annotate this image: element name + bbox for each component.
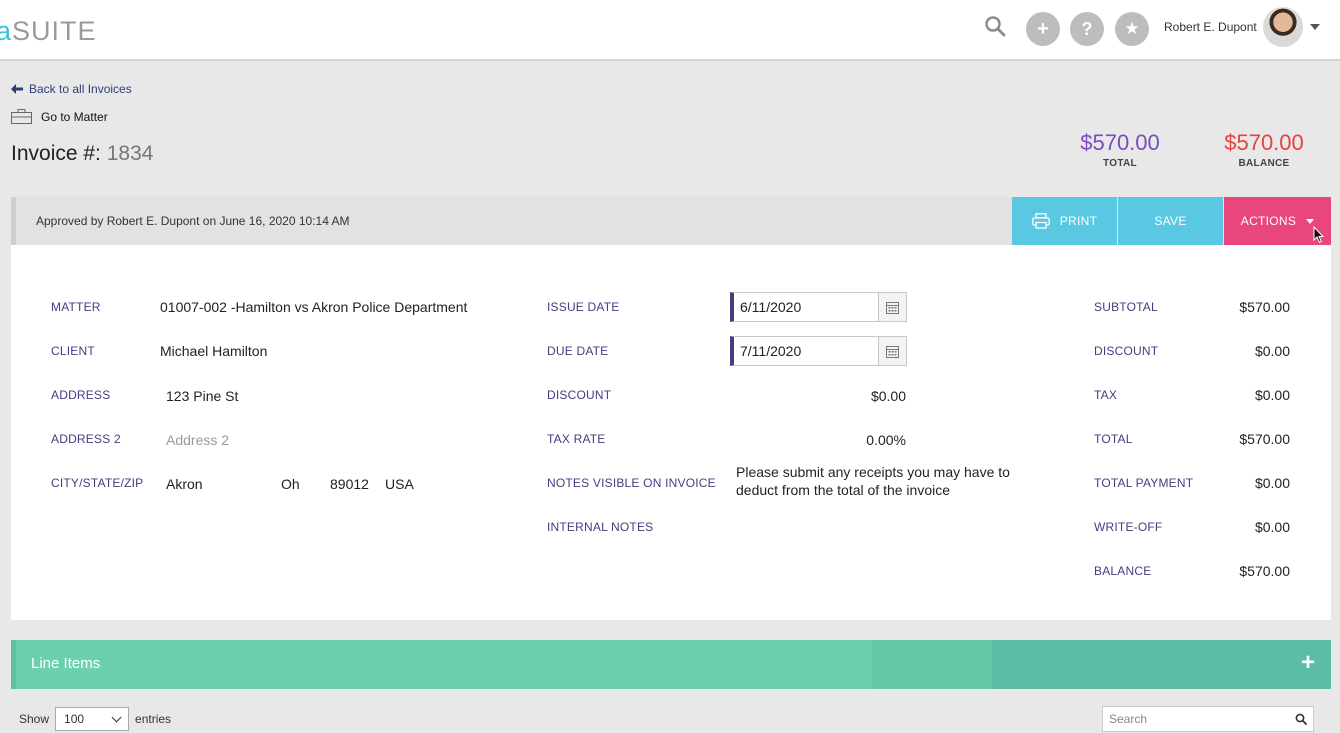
address2-field[interactable]: Address 2: [166, 432, 229, 448]
add-line-item-button[interactable]: +: [1301, 651, 1315, 675]
client-value: Michael Hamilton: [160, 343, 268, 359]
summary-label: TOTAL: [1094, 432, 1133, 446]
user-name[interactable]: Robert E. Dupont: [1164, 20, 1257, 34]
go-to-matter-link[interactable]: Go to Matter: [11, 109, 108, 124]
due-date-label: DUE DATE: [547, 344, 609, 358]
search-icon[interactable]: [984, 15, 1006, 37]
tax-rate-field[interactable]: 0.00%: [866, 432, 906, 448]
line-items-search-input[interactable]: Search: [1102, 706, 1314, 732]
notes-visible-field[interactable]: Please submit any receipts you may have …: [736, 463, 1026, 499]
calendar-icon[interactable]: [878, 293, 906, 321]
summary-value: $0.00: [1254, 475, 1290, 491]
app-logo[interactable]: aSUITE: [0, 16, 97, 47]
address-label: ADDRESS: [51, 388, 111, 402]
discount-field[interactable]: $0.00: [871, 388, 906, 404]
issue-date-label: ISSUE DATE: [547, 300, 620, 314]
address-field[interactable]: 123 Pine St: [166, 388, 238, 404]
matter-link-label: Go to Matter: [41, 109, 108, 124]
city-state-zip-label: CITY/STATE/ZIP: [51, 476, 144, 490]
approval-bar: Approved by Robert E. Dupont on June 16,…: [11, 197, 1331, 245]
invoice-details-panel: MATTER 01007-002 -Hamilton vs Akron Poli…: [11, 245, 1331, 620]
matter-value[interactable]: 01007-002 -Hamilton vs Akron Police Depa…: [160, 299, 467, 315]
issue-date-field[interactable]: 6/11/2020: [730, 292, 907, 322]
line-items-title: Line Items: [31, 655, 101, 672]
approval-status-text: Approved by Robert E. Dupont on June 16,…: [36, 214, 350, 228]
favorites-button[interactable]: ★: [1115, 12, 1149, 46]
summary-label: DISCOUNT: [1094, 344, 1159, 358]
summary-value: $570.00: [1239, 563, 1290, 579]
summary-value: $570.00: [1239, 299, 1290, 315]
zip-field[interactable]: 89012: [330, 476, 369, 492]
arrow-left-icon: [11, 84, 23, 94]
internal-notes-label: INTERNAL NOTES: [547, 520, 654, 534]
summary-value: $0.00: [1254, 343, 1290, 359]
invoice-number: 1834: [106, 142, 154, 165]
summary-value: $570.00: [1239, 431, 1290, 447]
total-amount: $570.00 TOTAL: [1080, 130, 1160, 169]
city-field[interactable]: Akron: [166, 476, 203, 492]
summary-label: WRITE-OFF: [1094, 520, 1163, 534]
state-field[interactable]: Oh: [281, 476, 300, 492]
country-field[interactable]: USA: [385, 476, 414, 492]
summary-label: TOTAL PAYMENT: [1094, 476, 1194, 490]
print-button[interactable]: PRINT: [1012, 197, 1117, 245]
calendar-icon[interactable]: [878, 337, 906, 365]
tax-rate-label: TAX RATE: [547, 432, 606, 446]
page-title: Invoice #: 1834: [11, 142, 154, 165]
chevron-down-icon: [111, 712, 122, 722]
matter-label: MATTER: [51, 300, 101, 314]
summary-value: $0.00: [1254, 387, 1290, 403]
due-date-field[interactable]: 7/11/2020: [730, 336, 907, 366]
back-to-invoices-link[interactable]: Back to all Invoices: [11, 82, 132, 96]
summary-label: SUBTOTAL: [1094, 300, 1158, 314]
summary-label: BALANCE: [1094, 564, 1152, 578]
summary-value: $0.00: [1254, 519, 1290, 535]
mouse-cursor-icon: [1313, 226, 1325, 244]
save-button[interactable]: SAVE: [1118, 197, 1223, 245]
discount-label: DISCOUNT: [547, 388, 612, 402]
top-bar: aSUITE + ? ★ Robert E. Dupont: [0, 0, 1340, 61]
notes-visible-label: NOTES VISIBLE ON INVOICE: [547, 476, 716, 490]
back-link-label: Back to all Invoices: [29, 82, 132, 96]
summary-label: TAX: [1094, 388, 1118, 402]
help-button[interactable]: ?: [1070, 12, 1104, 46]
avatar[interactable]: [1263, 7, 1303, 47]
caret-down-icon: [1306, 218, 1315, 224]
balance-amount: $570.00 BALANCE: [1224, 130, 1304, 169]
client-label: CLIENT: [51, 344, 95, 358]
address2-label: ADDRESS 2: [51, 432, 121, 446]
page-size-select[interactable]: 100: [55, 707, 130, 731]
page-size-control: Show 100 entries: [19, 707, 171, 731]
user-menu-caret-icon[interactable]: [1310, 24, 1320, 30]
add-button[interactable]: +: [1026, 12, 1060, 46]
printer-icon: [1031, 213, 1050, 229]
briefcase-icon: [11, 109, 32, 124]
search-icon: [1295, 713, 1307, 725]
line-items-header: Line Items +: [11, 640, 1331, 689]
